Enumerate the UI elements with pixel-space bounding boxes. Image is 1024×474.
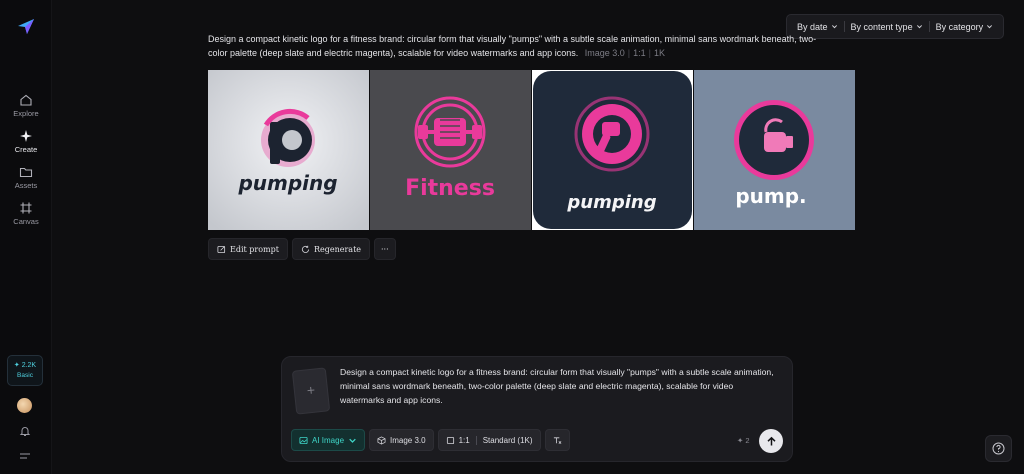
filter-by-category[interactable]: By category (930, 14, 1000, 39)
filter-label: By content type (850, 21, 913, 32)
filter-label: By date (797, 21, 828, 32)
chevron-down-icon (349, 438, 356, 443)
mode-label: AI Image (312, 435, 345, 445)
chevron-down-icon (916, 25, 922, 29)
generated-image-2[interactable]: Fitness (370, 70, 531, 230)
text-format-icon (553, 436, 561, 444)
credit-cost: ✦ 2 (737, 436, 750, 445)
sidebar-item-explore[interactable]: Explore (0, 93, 52, 118)
credits-badge[interactable]: ✦ 2.2K Basic (7, 355, 43, 386)
filter-label: By category (935, 21, 984, 32)
mode-select[interactable]: AI Image (291, 429, 366, 451)
image-icon (299, 436, 308, 444)
generated-image-4[interactable]: pump. (694, 70, 855, 230)
regenerate-label: Regenerate (313, 244, 362, 254)
regenerate-button[interactable]: Regenerate (291, 238, 371, 260)
app-logo-icon[interactable] (16, 16, 36, 36)
quality-label: Standard (1K) (482, 435, 533, 445)
bell-icon[interactable] (19, 425, 31, 437)
sidebar-item-label: Create (14, 145, 38, 154)
image-wordmark: pumping (237, 171, 337, 195)
edit-prompt-button[interactable]: Edit prompt (208, 238, 288, 260)
prompt-text: Design a compact kinetic logo for a fitn… (208, 34, 817, 58)
generation-actions: Edit prompt Regenerate ··· (208, 238, 396, 260)
cube-icon (377, 435, 386, 445)
refresh-icon (301, 245, 310, 253)
text-style-button[interactable] (544, 429, 570, 451)
generation-prompt: Design a compact kinetic logo for a fitn… (208, 34, 817, 58)
filter-by-content-type[interactable]: By content type (845, 14, 929, 39)
arrow-up-icon (766, 436, 776, 445)
image-grid: pumping Fitness pumping pump. (208, 70, 855, 230)
chevron-down-icon (831, 25, 837, 29)
chevron-down-icon (987, 25, 993, 29)
model-meta: Image 3.0 (584, 47, 625, 58)
ratio-label: 1:1 (458, 435, 470, 445)
grid-icon (20, 202, 32, 214)
folder-icon (19, 167, 33, 178)
sidebar-item-label: Assets (14, 181, 38, 190)
more-options-icon: ··· (381, 244, 389, 254)
help-button[interactable] (985, 435, 1012, 462)
divider (475, 435, 477, 445)
more-options-button[interactable]: ··· (374, 238, 396, 260)
menu-icon[interactable] (19, 451, 31, 461)
plan-label: Basic (17, 372, 33, 379)
sidebar: Explore Create Assets Canvas ✦ 2.2K Basi… (0, 0, 52, 474)
image-wordmark: pump. (735, 184, 806, 208)
resolution-meta: 1K (653, 47, 665, 58)
image-upload-slot[interactable]: + (291, 367, 331, 415)
avatar[interactable] (17, 398, 32, 413)
sidebar-item-assets[interactable]: Assets (0, 165, 52, 190)
sidebar-item-label: Canvas (13, 217, 39, 226)
composer-toolbar: AI Image Image 3.0 1:1 Standard (1K) (291, 429, 570, 451)
prompt-composer: + Design a compact kinetic logo for a fi… (281, 356, 793, 462)
model-label: Image 3.0 (390, 435, 426, 445)
home-icon (20, 94, 32, 106)
sparkle-icon (20, 130, 32, 142)
edit-icon (217, 245, 226, 253)
generated-image-3[interactable]: pumping (532, 70, 693, 230)
sidebar-item-label: Explore (13, 109, 39, 118)
ratio-quality-select[interactable]: 1:1 Standard (1K) (437, 429, 541, 451)
model-select[interactable]: Image 3.0 (369, 429, 434, 451)
prompt-input[interactable]: Design a compact kinetic logo for a fitn… (340, 365, 778, 407)
sidebar-item-create[interactable]: Create (0, 129, 52, 154)
help-icon (992, 442, 1005, 455)
ratio-meta: 1:1 (633, 47, 646, 58)
plus-icon: + (305, 381, 316, 399)
image-wordmark: pumping (566, 192, 656, 213)
credits-amount: ✦ 2.2K (13, 362, 37, 369)
image-wordmark: Fitness (405, 176, 495, 201)
sidebar-item-canvas[interactable]: Canvas (0, 201, 52, 226)
send-button[interactable] (759, 429, 783, 453)
generated-image-1[interactable]: pumping (208, 70, 369, 230)
aspect-ratio-icon (446, 436, 454, 444)
edit-prompt-label: Edit prompt (230, 244, 279, 254)
